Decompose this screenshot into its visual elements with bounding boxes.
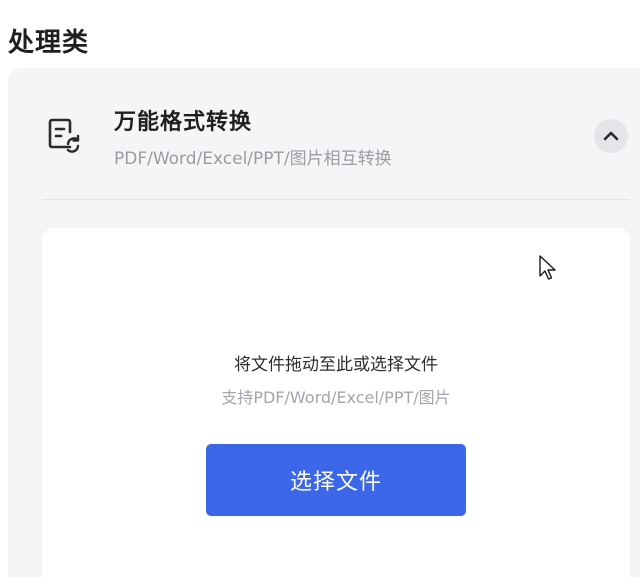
divider (42, 199, 630, 200)
dropzone-text: 将文件拖动至此或选择文件 (234, 355, 438, 375)
tool-header[interactable]: 万能格式转换 PDF/Word/Excel/PPT/图片相互转换 (8, 68, 640, 200)
dropzone-hint: 支持PDF/Word/Excel/PPT/图片 (221, 388, 451, 407)
chevron-up-icon (603, 131, 619, 141)
tool-title: 万能格式转换 (114, 110, 253, 135)
page: 处理类 万能格式转换 PDF/Word/Excel/PPT/图片相互转换 将文件… (0, 0, 640, 577)
tool-subtitle: PDF/Word/Excel/PPT/图片相互转换 (114, 149, 392, 169)
mouse-cursor-icon (539, 255, 556, 280)
tool-card: 万能格式转换 PDF/Word/Excel/PPT/图片相互转换 将文件拖动至此… (8, 68, 640, 577)
select-file-button[interactable]: 选择文件 (206, 444, 466, 516)
document-convert-icon (48, 118, 80, 153)
collapse-button[interactable] (594, 119, 628, 153)
section-title: 处理类 (8, 28, 90, 58)
